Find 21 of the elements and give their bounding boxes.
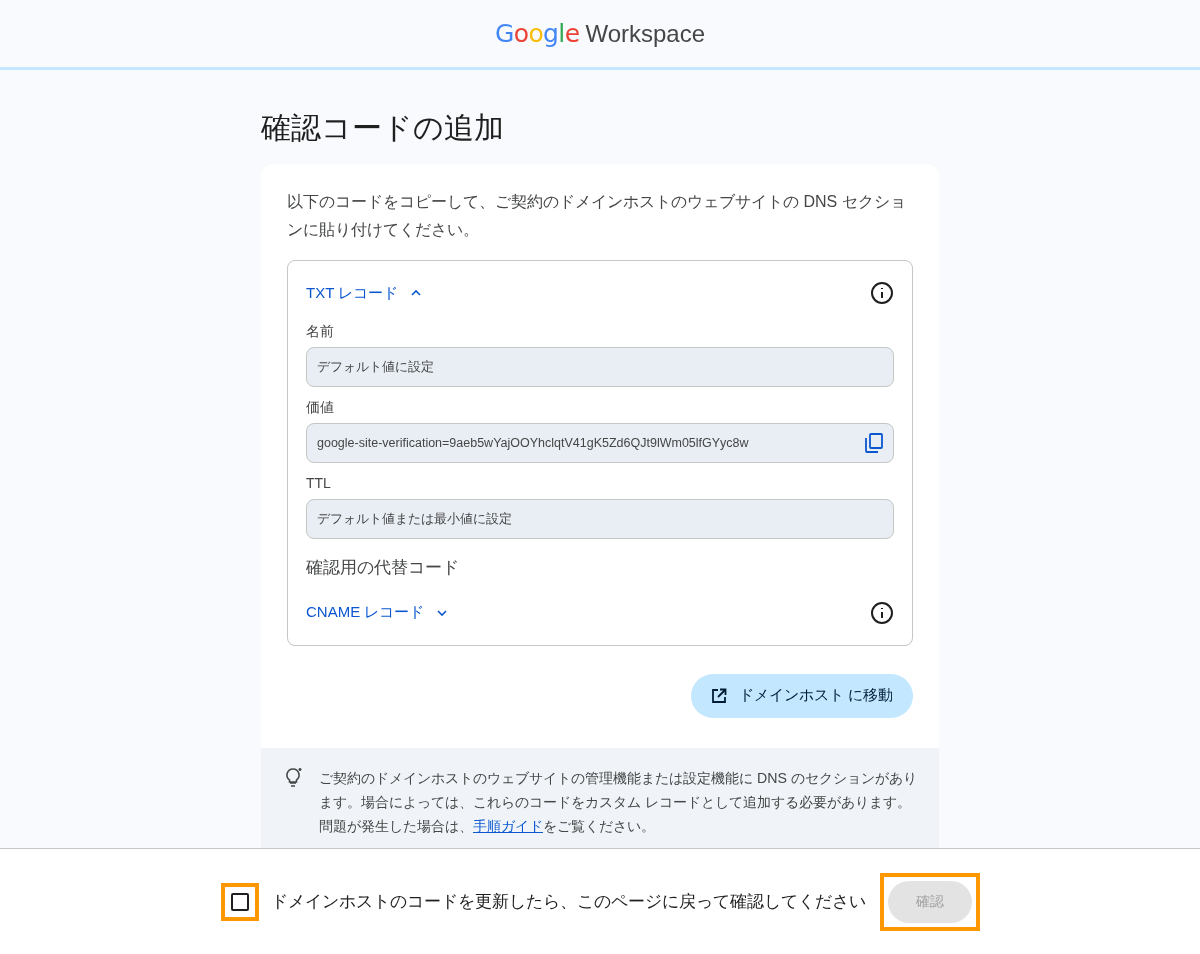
input-field[interactable]: デフォルト値または最小値に設定 [306,499,894,539]
info-icon[interactable] [870,281,894,305]
section-heading: 確認用の代替コード [306,557,460,579]
go-to-host-button[interactable]: ドメインホスト に移動 [690,673,913,718]
guide-link[interactable]: 手順ガイド [473,817,543,834]
record-toggle[interactable]: TXT レコード [306,281,423,305]
external-link-icon [710,687,727,704]
input-field[interactable]: google-site-verification=9aeb5wYajOOYhclqtV41gK5Zd6QJt9lWm05lfGYyc8w [306,423,894,463]
product-name: Workspace [585,18,705,49]
checkbox[interactable] [230,892,249,911]
logo-wordmark: Google [494,17,580,50]
instruction-text: 以下のコードをコピーして、ご契約のドメインホストのウェブサイトの DNS セクションに貼り付けてください。 [287,192,907,240]
field-label: 名前 [306,322,335,341]
field-label: 価値 [306,398,335,417]
input-field[interactable]: デフォルト値に設定 [306,347,894,387]
page-title: 確認コードの追加 [261,110,505,146]
field-label: TTL [306,474,332,493]
record-toggle[interactable]: CNAME レコード [306,601,449,624]
copy-icon[interactable] [865,433,883,453]
info-icon[interactable] [870,600,894,625]
checkbox-label: ドメインホストのコードを更新したら、このページに戻って確認してください [270,890,866,913]
